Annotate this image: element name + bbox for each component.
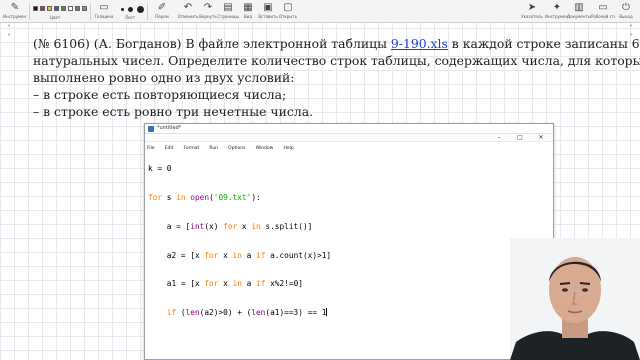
pointer-icon: ➤ [527,2,537,13]
color-swatch-orange[interactable] [82,6,87,11]
webcam-presenter-video [510,238,640,360]
color-label: Цвет [50,15,61,20]
whiteboard-toolbar: ✎ Инструменты Цвет ▭ Толщина Лист ✐ Перо… [0,0,640,23]
task-line-3: выполнено ровно одно из двух условий: [33,70,295,85]
file-link[interactable]: 9-190.xls [391,36,448,51]
color-swatch-gray[interactable] [75,6,80,11]
code-editor-area[interactable]: k = 0 for s in open('09.txt'): a = [int(… [145,142,553,337]
color-swatch-green[interactable] [61,6,66,11]
documents-icon: ▥ [574,2,584,13]
code-line-6: if (len(a2)>0) + (len(a1)==3) == 1 [166,308,328,318]
brush-icon: ✐ [157,2,167,13]
task-line-5: – в строке есть ровно три нечетные числа… [33,104,314,119]
code-line-5: a1 = [x for x in a if x%2!=0] [148,279,303,289]
toolbar-divider [29,3,30,20]
folder-icon: ▢ [283,2,293,13]
size-label: Лист [125,15,136,20]
pen-tool-icon: ✎ [10,2,20,13]
pointer-button[interactable]: ➤ Указатель [520,2,544,22]
tools-icon: ✦ [552,2,562,13]
task-line-1: (№ 6106) (А. Богданов) В файле электронн… [33,36,640,51]
task-statement: (№ 6106) (А. Богданов) В файле электронн… [33,35,640,120]
color-swatch-white[interactable] [68,6,73,11]
left-page-nav[interactable]: ˄ ˅ [3,24,15,46]
exit-icon: ⏻ [622,2,630,13]
pen-size-medium[interactable] [128,7,133,12]
window-title: *untitled* [157,125,182,131]
color-swatch-blue[interactable] [54,6,59,11]
window-titlebar[interactable]: *untitled* – □ ✕ [145,124,553,141]
presenter-image [510,238,640,360]
open-button[interactable]: ▢ Открыть [276,2,300,22]
pen-size-small[interactable] [121,8,124,11]
color-swatch-red[interactable] [40,6,45,11]
line-style-button[interactable]: ▭ Толщина [92,2,116,22]
code-line-1: k = 0 [148,164,172,174]
window-controls: – □ ✕ [491,124,549,143]
desktop-button[interactable]: ▭ Рабочий стол [591,2,615,22]
chevron-up-icon: ˄ [7,24,11,33]
pen-size-large[interactable] [137,6,144,13]
pen-style-button[interactable]: ✐ Пером [150,2,174,22]
exit-button[interactable]: ⏻ Выход [614,2,638,22]
tools-menu-button[interactable]: ✦ Инструменты [545,2,569,22]
python-icon [148,126,154,132]
color-swatch-yellow[interactable] [47,6,52,11]
desktop-icon: ▭ [598,2,608,13]
chevron-up-icon: ˄ [629,24,633,33]
code-line-2: for s in open('09.txt'): [148,192,261,202]
task-line-4: – в строке есть повторяющиеся числа; [33,87,287,102]
chevron-down-icon: ˅ [7,33,11,42]
task-line-2: натуральных чисел. Определите количество… [33,53,640,68]
code-line-3: a = [int(x) for x in s.split()] [148,221,313,231]
toolbar-divider [90,3,91,20]
toolbar-divider [147,3,148,20]
text-cursor [326,308,328,317]
code-line-4: a2 = [x for x in a if a.count(x)>1] [148,250,332,260]
documents-button[interactable]: ▥ Документы [567,2,591,22]
color-swatch-black[interactable] [33,6,38,11]
tools-button[interactable]: ✎ Инструменты [3,2,27,22]
line-style-icon: ▭ [99,2,109,13]
python-editor-window: *untitled* – □ ✕ File Edit Format Run Op… [144,123,554,360]
